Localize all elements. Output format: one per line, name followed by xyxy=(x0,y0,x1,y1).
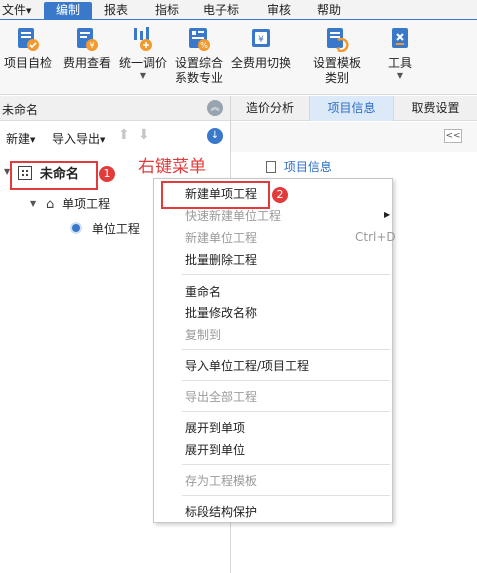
menu-help[interactable]: 帮助 xyxy=(317,2,341,20)
menu-reports[interactable]: 报表 xyxy=(104,2,128,20)
tree-node-single-item[interactable]: ⌂ 单项工程 xyxy=(46,195,110,213)
menu-file[interactable]: 文件▼ xyxy=(2,2,31,20)
download-icon[interactable]: ↓ xyxy=(207,128,223,144)
left-panel-header: 未命名 ︽ xyxy=(0,96,230,121)
chevron-down-icon: ▼ xyxy=(30,136,36,144)
step-badge-1: 1 xyxy=(99,166,115,182)
ctx-save-as-template[interactable]: 存为工程模板 xyxy=(185,473,257,489)
tab-fee-settings[interactable]: 取费设置 xyxy=(394,96,477,121)
chevron-down-icon: ▼ xyxy=(139,71,147,80)
price-adjust-label: 统一调价 xyxy=(118,56,167,70)
settings-coefficient-button[interactable]: % 设置综合 系数专业 xyxy=(172,26,226,86)
project-info-tree-label: 项目信息 xyxy=(283,160,332,174)
ctx-section-protection[interactable]: 标段结构保护 xyxy=(185,504,257,520)
left-panel-toolbar: 新建▼ 导入导出▼ ⬆ ⬇ ↓ xyxy=(0,122,230,152)
left-panel-title: 未命名 xyxy=(2,103,39,117)
svg-text:¥: ¥ xyxy=(258,35,264,45)
menu-separator xyxy=(182,274,390,275)
tree-node-unit-item[interactable]: 单位工程 xyxy=(72,220,140,238)
full-cost-switch-icon: ¥ xyxy=(252,29,270,47)
chevron-down-icon: ▼ xyxy=(100,136,106,144)
move-down-icon[interactable]: ⬇ xyxy=(138,127,150,143)
full-cost-switch-button[interactable]: ¥ 全费用切换 xyxy=(229,26,293,71)
collapse-panel-button[interactable]: << xyxy=(444,129,462,143)
tab-cost-analysis[interactable]: 造价分析 xyxy=(231,96,310,121)
submenu-arrow-icon: ▶ xyxy=(384,210,391,219)
svg-text:%: % xyxy=(200,41,208,50)
template-category-label-2: 类别 xyxy=(324,71,349,85)
project-check-icon xyxy=(18,28,39,51)
context-menu-caption: 右键菜单 xyxy=(138,157,206,177)
ctx-rename[interactable]: 重命名 xyxy=(185,284,221,300)
settings-coefficient-label-2: 系数专业 xyxy=(174,71,223,85)
highlight-box-root xyxy=(10,161,98,190)
right-panel-subbar xyxy=(231,122,477,152)
right-panel-tabs: 造价分析 项目信息 取费设置 xyxy=(231,96,477,121)
expand-arrow-icon[interactable]: ▼ xyxy=(30,199,36,208)
menu-separator xyxy=(182,411,390,412)
ctx-expand-to-unit[interactable]: 展开到单位 xyxy=(185,442,245,458)
ctx-expand-to-single[interactable]: 展开到单项 xyxy=(185,420,245,436)
menu-separator xyxy=(182,495,390,496)
menu-edit[interactable]: 编制 xyxy=(44,2,92,20)
import-export-label: 导入导出 xyxy=(52,132,101,146)
menu-indicators[interactable]: 指标 xyxy=(155,2,179,20)
step-badge-2: 2 xyxy=(272,187,288,203)
move-up-icon[interactable]: ⬆ xyxy=(118,127,130,143)
cost-view-button[interactable]: ¥ 费用查看 xyxy=(60,26,114,71)
context-menu: 新建单项工程 快速新建单位工程 ▶ 新建单位工程 Ctrl+D 批量删除工程 重… xyxy=(153,178,396,523)
import-export-dropdown-button[interactable]: 导入导出▼ xyxy=(52,130,105,147)
highlight-box-new-single xyxy=(161,181,270,209)
new-dropdown-button[interactable]: 新建▼ xyxy=(6,130,35,147)
tree-unit-item-label: 单位工程 xyxy=(91,222,140,236)
ctx-batch-rename[interactable]: 批量修改名称 xyxy=(185,305,257,321)
menu-separator xyxy=(182,380,390,381)
collapse-up-icon[interactable]: ︽ xyxy=(207,100,223,116)
unit-dot-icon xyxy=(72,224,80,232)
project-info-tree-item[interactable]: 项目信息 xyxy=(266,158,332,175)
ctx-new-unit-project[interactable]: 新建单位工程 xyxy=(185,230,257,246)
price-adjust-button[interactable]: 统一调价 ▼ xyxy=(116,26,170,81)
template-category-icon xyxy=(327,28,349,52)
ctx-quick-new-unit[interactable]: 快速新建单位工程 xyxy=(185,208,281,224)
menu-bar: 文件▼ 编制 报表 指标 电子标 审核 帮助 xyxy=(0,0,477,20)
menu-edit-label: 编制 xyxy=(55,3,80,17)
ribbon-toolbar: 项目自检 ¥ 费用查看 统一调价 ▼ % 设置综合 系数专业 ¥ 全费用切换 设… xyxy=(0,20,477,95)
new-label: 新建 xyxy=(6,132,31,146)
svg-text:¥: ¥ xyxy=(89,41,94,50)
settings-coefficient-icon: % xyxy=(189,28,210,51)
tools-label: 工具 xyxy=(387,56,412,70)
cost-view-label: 费用查看 xyxy=(62,56,111,70)
tree-single-item-label: 单项工程 xyxy=(62,197,111,211)
ctx-copy-to[interactable]: 复制到 xyxy=(185,327,221,343)
ctx-export-all[interactable]: 导出全部工程 xyxy=(185,389,257,405)
menu-audit[interactable]: 审核 xyxy=(267,2,291,20)
cost-view-icon: ¥ xyxy=(77,28,98,51)
home-icon: ⌂ xyxy=(46,197,55,212)
menu-separator xyxy=(182,349,390,350)
ctx-batch-delete[interactable]: 批量删除工程 xyxy=(185,252,257,268)
chevron-down-icon: ▼ xyxy=(26,7,32,15)
template-category-label-1: 设置模板 xyxy=(312,56,361,70)
tools-icon xyxy=(392,28,408,48)
project-check-button[interactable]: 项目自检 xyxy=(2,26,54,71)
chevron-down-icon: ▼ xyxy=(396,71,404,80)
tools-button[interactable]: 工具 ▼ xyxy=(380,26,420,81)
template-category-button[interactable]: 设置模板 类别 xyxy=(310,26,364,86)
document-icon xyxy=(266,161,276,173)
menu-e-bid[interactable]: 电子标 xyxy=(203,2,239,20)
ctx-import-unit-project[interactable]: 导入单位工程/项目工程 xyxy=(185,358,309,374)
full-cost-switch-label: 全费用切换 xyxy=(230,56,291,70)
price-adjust-icon xyxy=(134,27,152,51)
menu-separator xyxy=(182,464,390,465)
project-check-label: 项目自检 xyxy=(3,56,52,70)
ctx-shortcut-ctrl-d: Ctrl+D xyxy=(355,230,396,244)
menu-file-label: 文件 xyxy=(2,3,27,17)
tab-project-info[interactable]: 项目信息 xyxy=(310,96,394,121)
settings-coefficient-label-1: 设置综合 xyxy=(174,56,223,70)
